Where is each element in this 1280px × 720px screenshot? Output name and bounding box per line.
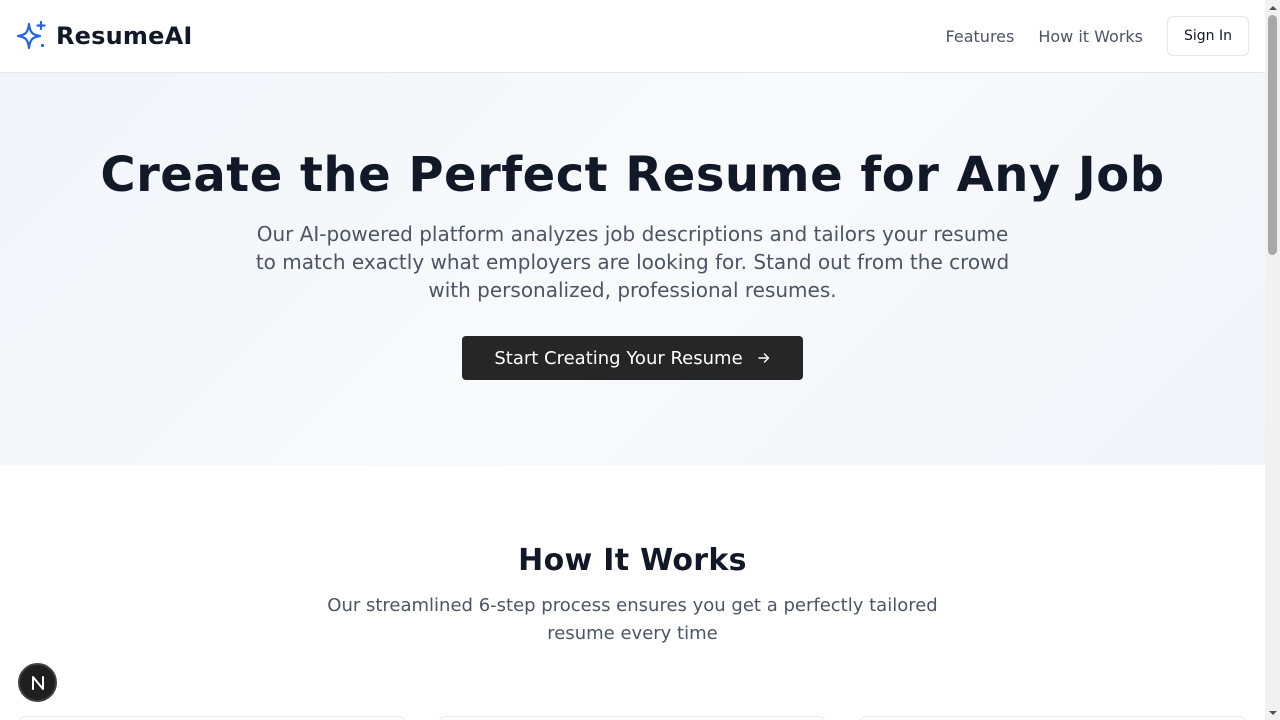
site-header: ResumeAI Features How it Works Sign In (0, 0, 1265, 73)
nav-link-how-it-works[interactable]: How it Works (1038, 27, 1143, 46)
how-it-works-section: How It Works Our streamlined 6-step proc… (0, 465, 1265, 720)
n-logo-icon[interactable] (18, 663, 57, 702)
page: ResumeAI Features How it Works Sign In C… (0, 0, 1280, 720)
arrow-right-icon (757, 351, 771, 365)
hero-subtitle: Our AI-powered platform analyzes job des… (255, 222, 1010, 302)
hero-title: Create the Perfect Resume for Any Job (100, 147, 1165, 203)
how-it-works-subtitle: Our streamlined 6-step process ensures y… (327, 595, 938, 644)
scrollbar-thumb[interactable] (1268, 15, 1277, 255)
how-it-works-title: How It Works (518, 543, 747, 578)
scroll-up-icon[interactable] (1265, 0, 1280, 15)
step-card (438, 716, 826, 720)
scroll-down-icon[interactable] (1265, 705, 1280, 720)
cta-label: Start Creating Your Resume (494, 347, 743, 369)
main-nav: Features How it Works Sign In (946, 16, 1249, 56)
step-card (859, 716, 1247, 720)
vertical-scrollbar[interactable] (1265, 0, 1280, 720)
brand-name: ResumeAI (56, 22, 193, 50)
hero-section: Create the Perfect Resume for Any Job Ou… (0, 73, 1265, 465)
nav-link-features[interactable]: Features (946, 27, 1015, 46)
brand-logo[interactable]: ResumeAI (16, 20, 193, 52)
sign-in-button[interactable]: Sign In (1167, 16, 1249, 56)
start-creating-button[interactable]: Start Creating Your Resume (462, 336, 803, 380)
step-card (18, 716, 406, 720)
sparkles-icon (16, 20, 48, 52)
